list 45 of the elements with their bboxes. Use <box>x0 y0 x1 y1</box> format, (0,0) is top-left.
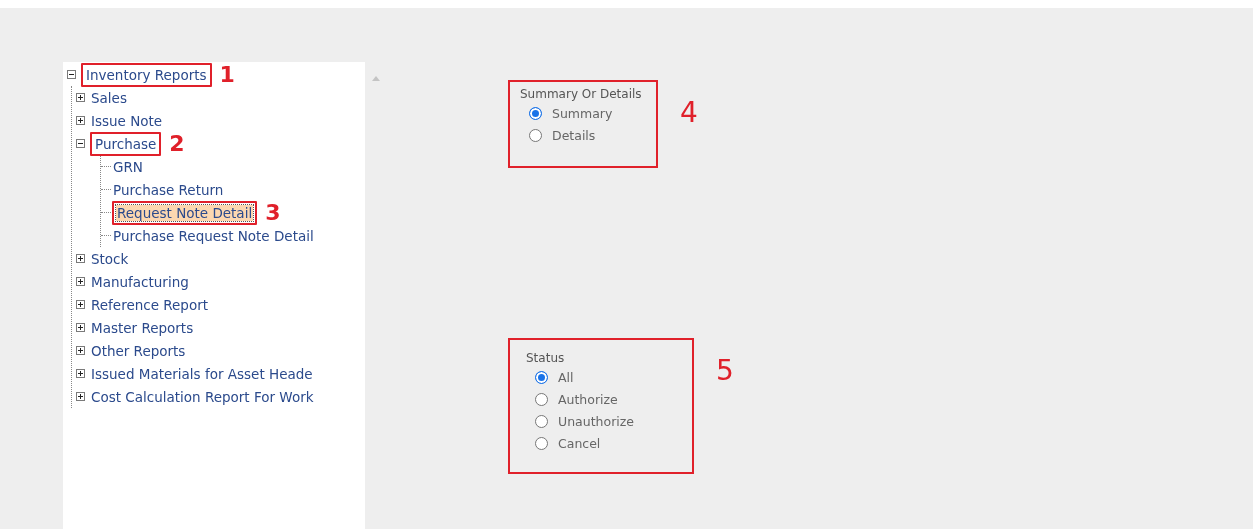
expand-icon[interactable] <box>76 369 85 378</box>
collapse-icon[interactable] <box>67 70 76 79</box>
expand-icon[interactable] <box>76 254 85 263</box>
option-label: Details <box>552 127 596 143</box>
tree-item[interactable]: Cost Calculation Report For Work <box>90 387 315 406</box>
radio-button[interactable] <box>535 436 548 450</box>
expand-icon[interactable] <box>76 116 85 125</box>
annotation-number: 1 <box>219 63 235 86</box>
tree-item[interactable]: Sales <box>90 88 128 107</box>
expand-icon[interactable] <box>76 93 85 102</box>
expand-icon[interactable] <box>76 277 85 286</box>
radio-button[interactable] <box>535 414 548 428</box>
tree-item[interactable]: Inventory Reports <box>85 66 208 83</box>
annotation-number: 4 <box>680 102 698 124</box>
tree-item[interactable]: Issued Materials for Asset Heade <box>90 364 314 383</box>
tree-item[interactable]: Master Reports <box>90 318 195 337</box>
option-label: Cancel <box>558 435 601 451</box>
tree-item[interactable]: Purchase Request Note Detail <box>112 226 315 245</box>
option-label: Unauthorize <box>558 413 634 429</box>
option-label: Authorize <box>558 391 618 407</box>
tree-item[interactable]: Reference Report <box>90 295 210 314</box>
expand-icon[interactable] <box>76 300 85 309</box>
annotation-number: 2 <box>169 132 185 155</box>
group-label: Status <box>526 350 566 366</box>
tree-item[interactable]: Issue Note <box>90 111 164 130</box>
radio-button[interactable] <box>535 370 548 384</box>
annotation-number: 3 <box>265 201 281 224</box>
radio-button[interactable] <box>529 128 542 142</box>
tree-item[interactable]: Purchase <box>94 135 158 152</box>
option-label: All <box>558 369 574 385</box>
radio-button[interactable] <box>529 106 542 120</box>
radio-button[interactable] <box>535 392 548 406</box>
tree-item[interactable]: Request Note Detail <box>116 204 254 221</box>
annotation-number: 5 <box>716 360 734 382</box>
collapse-icon[interactable] <box>76 139 85 148</box>
tree-item[interactable]: Manufacturing <box>90 272 190 291</box>
expand-icon[interactable] <box>76 392 85 401</box>
tree-item[interactable]: Stock <box>90 249 130 268</box>
group-label: Summary Or Details <box>520 86 643 102</box>
expand-icon[interactable] <box>76 323 85 332</box>
tree-item[interactable]: GRN <box>112 157 144 176</box>
option-label: Summary <box>552 105 613 121</box>
expand-icon[interactable] <box>76 346 85 355</box>
tree-item[interactable]: Purchase Return <box>112 180 225 199</box>
tree-item[interactable]: Other Reports <box>90 341 187 360</box>
